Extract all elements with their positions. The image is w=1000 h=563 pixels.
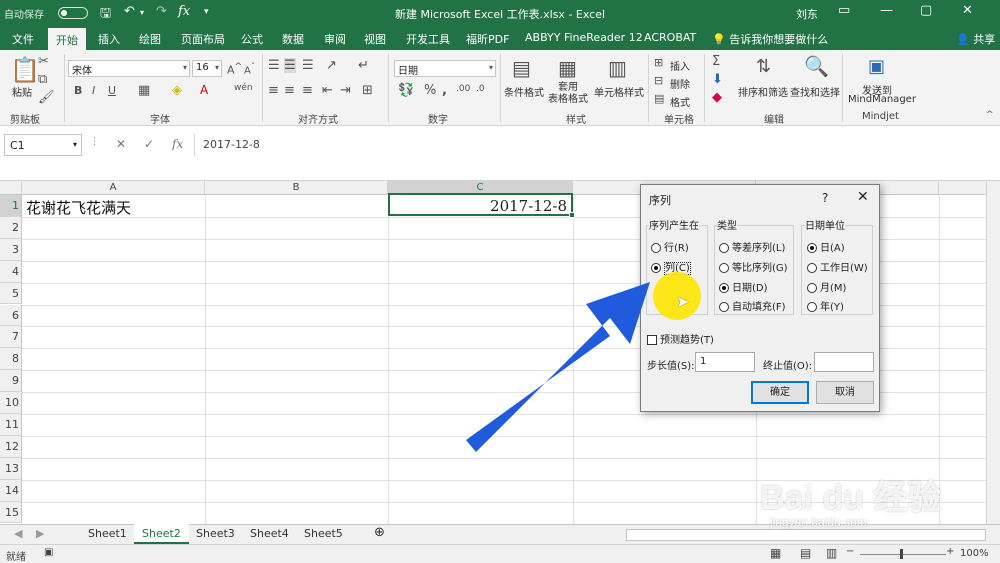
watermark-logo: Bai du 经验 — [760, 479, 942, 517]
watermark-url: jingyan.baidu.com — [770, 515, 867, 529]
arrow-shape — [466, 282, 650, 452]
